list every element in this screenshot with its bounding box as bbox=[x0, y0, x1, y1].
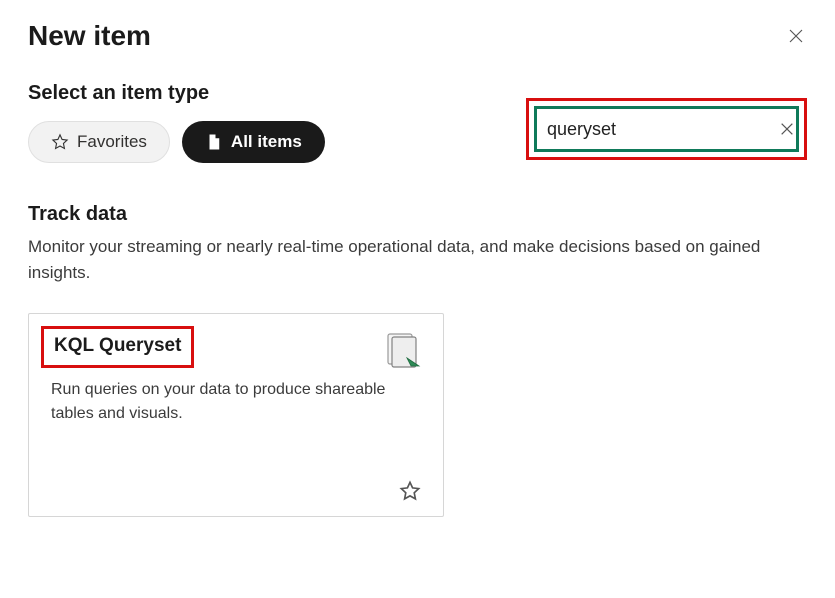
close-icon bbox=[787, 27, 805, 45]
all-items-pill[interactable]: All items bbox=[182, 121, 325, 163]
filter-row: Select an item type Favorites All items bbox=[28, 82, 807, 163]
dialog-header: New item bbox=[28, 20, 807, 52]
card-title-highlight: KQL Queryset bbox=[41, 326, 194, 368]
search-highlight-box bbox=[526, 98, 807, 160]
all-items-label: All items bbox=[231, 132, 302, 152]
category-title: Track data bbox=[28, 203, 807, 226]
favorites-label: Favorites bbox=[77, 132, 147, 152]
star-outline-icon bbox=[399, 480, 421, 502]
search-container bbox=[534, 106, 799, 152]
star-icon bbox=[51, 133, 69, 151]
card-title: KQL Queryset bbox=[54, 335, 181, 357]
item-card-kql-queryset[interactable]: KQL Queryset Run queries on your data to… bbox=[28, 313, 444, 517]
card-description: Run queries on your data to produce shar… bbox=[51, 378, 421, 426]
favorite-toggle[interactable] bbox=[399, 480, 421, 502]
x-icon bbox=[779, 121, 795, 137]
close-button[interactable] bbox=[785, 25, 807, 47]
clear-search-button[interactable] bbox=[779, 119, 795, 139]
page-title: New item bbox=[28, 20, 151, 52]
pill-row: Favorites All items bbox=[28, 121, 325, 163]
favorites-pill[interactable]: Favorites bbox=[28, 121, 170, 163]
section-label: Select an item type bbox=[28, 82, 325, 105]
card-footer bbox=[51, 480, 421, 502]
card-header: KQL Queryset bbox=[51, 332, 421, 368]
category-description: Monitor your streaming or nearly real-ti… bbox=[28, 234, 788, 285]
search-input[interactable] bbox=[547, 119, 779, 140]
queryset-icon bbox=[385, 332, 421, 368]
file-icon bbox=[205, 133, 223, 151]
